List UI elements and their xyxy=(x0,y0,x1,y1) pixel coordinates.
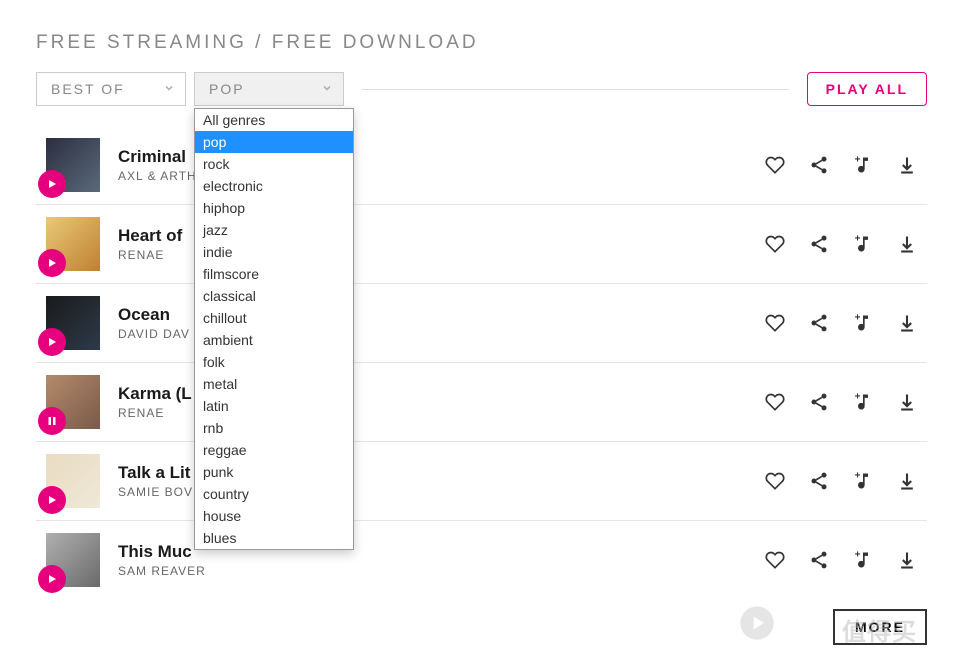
pause-button[interactable] xyxy=(38,407,66,435)
track-actions: + xyxy=(765,234,927,254)
track-actions: + xyxy=(765,550,927,570)
album-art-wrap xyxy=(46,217,100,271)
download-icon[interactable] xyxy=(897,155,917,175)
genre-option[interactable]: latin xyxy=(195,395,353,417)
controls-row: BEST OF POP All genrespoprockelectronich… xyxy=(36,72,927,106)
sort-dropdown-button[interactable]: BEST OF xyxy=(36,72,186,106)
genre-option[interactable]: indie xyxy=(195,241,353,263)
chevron-down-icon xyxy=(321,81,333,97)
genre-option[interactable]: filmscore xyxy=(195,263,353,285)
sort-dropdown-label: BEST OF xyxy=(51,81,125,97)
more-button[interactable]: MORE xyxy=(833,609,927,645)
genre-dropdown[interactable]: POP All genrespoprockelectronichiphopjaz… xyxy=(194,72,344,106)
svg-text:+: + xyxy=(855,234,861,245)
genre-option[interactable]: electronic xyxy=(195,175,353,197)
share-icon[interactable] xyxy=(809,550,829,570)
add-playlist-icon[interactable]: + xyxy=(853,392,873,412)
add-playlist-icon[interactable]: + xyxy=(853,155,873,175)
genre-option[interactable]: chillout xyxy=(195,307,353,329)
play-button[interactable] xyxy=(38,249,66,277)
genre-option[interactable]: house xyxy=(195,505,353,527)
genre-option[interactable]: pop xyxy=(195,131,353,153)
track-row: Criminal AXL & ARTH + xyxy=(36,126,927,204)
add-playlist-icon[interactable]: + xyxy=(853,550,873,570)
genre-option[interactable]: classical xyxy=(195,285,353,307)
track-row: This Muc SAM REAVER + xyxy=(36,520,927,599)
add-playlist-icon[interactable]: + xyxy=(853,471,873,491)
footer-row: MORE 值得买 xyxy=(36,609,927,645)
track-actions: + xyxy=(765,392,927,412)
watermark-icon xyxy=(737,603,777,643)
track-list: Criminal AXL & ARTH + Heart of RENAE + xyxy=(36,126,927,599)
heart-icon[interactable] xyxy=(765,155,785,175)
play-button[interactable] xyxy=(38,328,66,356)
play-all-button[interactable]: PLAY ALL xyxy=(807,72,927,106)
album-art-wrap xyxy=(46,138,100,192)
genre-option[interactable]: punk xyxy=(195,461,353,483)
track-actions: + xyxy=(765,471,927,491)
heart-icon[interactable] xyxy=(765,234,785,254)
share-icon[interactable] xyxy=(809,471,829,491)
play-button[interactable] xyxy=(38,486,66,514)
track-actions: + xyxy=(765,313,927,333)
heart-icon[interactable] xyxy=(765,392,785,412)
genre-option[interactable]: country xyxy=(195,483,353,505)
genre-option[interactable]: folk xyxy=(195,351,353,373)
add-playlist-icon[interactable]: + xyxy=(853,234,873,254)
share-icon[interactable] xyxy=(809,313,829,333)
genre-option[interactable]: metal xyxy=(195,373,353,395)
track-artist[interactable]: SAM REAVER xyxy=(118,564,208,578)
sort-dropdown[interactable]: BEST OF xyxy=(36,72,186,106)
genre-option[interactable]: jazz xyxy=(195,219,353,241)
heart-icon[interactable] xyxy=(765,313,785,333)
download-icon[interactable] xyxy=(897,550,917,570)
genre-option[interactable]: rnb xyxy=(195,417,353,439)
track-row: Ocean DAVID DAV + xyxy=(36,283,927,362)
share-icon[interactable] xyxy=(809,392,829,412)
add-playlist-icon[interactable]: + xyxy=(853,313,873,333)
heart-icon[interactable] xyxy=(765,550,785,570)
genre-option[interactable]: hiphop xyxy=(195,197,353,219)
share-icon[interactable] xyxy=(809,155,829,175)
download-icon[interactable] xyxy=(897,471,917,491)
play-button[interactable] xyxy=(38,565,66,593)
genre-option[interactable]: reggae xyxy=(195,439,353,461)
share-icon[interactable] xyxy=(809,234,829,254)
genre-dropdown-label: POP xyxy=(209,81,245,97)
genre-option[interactable]: All genres xyxy=(195,109,353,131)
album-art-wrap xyxy=(46,533,100,587)
track-actions: + xyxy=(765,155,927,175)
album-art-wrap xyxy=(46,375,100,429)
play-button[interactable] xyxy=(38,170,66,198)
genre-option[interactable]: ambient xyxy=(195,329,353,351)
download-icon[interactable] xyxy=(897,392,917,412)
download-icon[interactable] xyxy=(897,234,917,254)
genre-dropdown-button[interactable]: POP xyxy=(194,72,344,106)
divider xyxy=(362,89,789,90)
track-row: Karma (L RENAE + xyxy=(36,362,927,441)
download-icon[interactable] xyxy=(897,313,917,333)
genre-dropdown-list[interactable]: All genrespoprockelectronichiphopjazzind… xyxy=(194,108,354,550)
genre-option[interactable]: blues xyxy=(195,527,353,549)
svg-text:+: + xyxy=(855,550,861,561)
svg-text:+: + xyxy=(855,392,861,403)
chevron-down-icon xyxy=(163,81,175,97)
album-art-wrap xyxy=(46,454,100,508)
album-art-wrap xyxy=(46,296,100,350)
track-row: Talk a Lit SAMIE BOV + xyxy=(36,441,927,520)
svg-text:+: + xyxy=(855,471,861,482)
track-row: Heart of RENAE + xyxy=(36,204,927,283)
genre-option[interactable]: rock xyxy=(195,153,353,175)
svg-text:+: + xyxy=(855,313,861,324)
heart-icon[interactable] xyxy=(765,471,785,491)
svg-text:+: + xyxy=(855,155,861,166)
page-title: FREE STREAMING / FREE DOWNLOAD xyxy=(36,32,927,54)
